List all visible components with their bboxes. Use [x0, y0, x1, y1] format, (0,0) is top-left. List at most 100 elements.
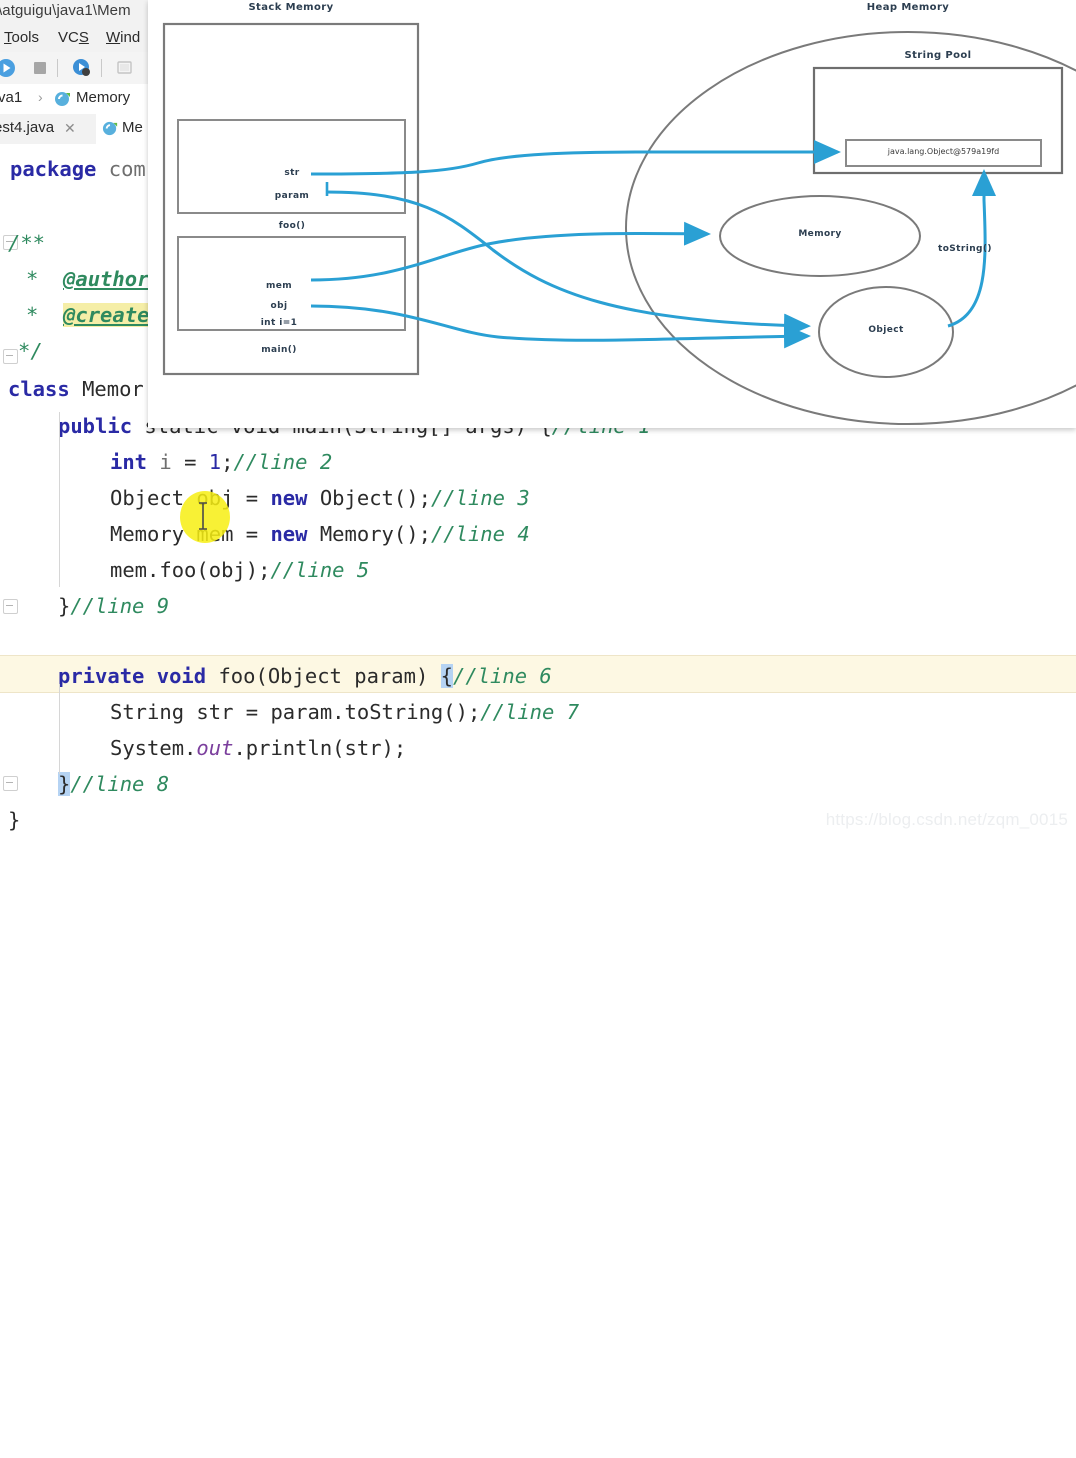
- stop-icon[interactable]: [30, 58, 50, 78]
- close-icon[interactable]: ✕: [64, 120, 76, 137]
- stack-frame-foo-label: foo(): [278, 221, 306, 231]
- token-equals: =: [245, 700, 259, 724]
- debug-icon[interactable]: [72, 58, 92, 78]
- code-line-2: int i = 1;//line 2: [110, 445, 1076, 481]
- token-var-str: str: [196, 700, 234, 724]
- token-comment-line2: //line 2: [233, 450, 333, 474]
- token-out-field: out: [196, 736, 234, 760]
- stack-var-param: param: [274, 191, 310, 201]
- token-keyword-package: package: [10, 157, 97, 181]
- menu-window[interactable]: Wind: [106, 29, 140, 46]
- token-comment-line5: //line 5: [270, 558, 370, 582]
- stack-memory-title: Stack Memory: [248, 2, 334, 13]
- string-literal-value: java.lang.Object@579a19fd: [887, 147, 1000, 156]
- token-number-one: 1: [208, 450, 222, 474]
- token-var-i: i: [159, 450, 172, 474]
- heap-memory-title: Heap Memory: [866, 2, 950, 13]
- token-tag-author: @author: [63, 267, 150, 291]
- code-line-7: String str = param.toString();//line 7: [110, 695, 1076, 731]
- token-equals: =: [184, 450, 197, 474]
- indent-guide-main: [59, 412, 60, 587]
- toolbar-separator-1: [57, 59, 58, 77]
- token-comment-line8: //line 8: [70, 772, 170, 796]
- token-doc-close: */: [18, 339, 43, 363]
- code-line-4: Memory mem = new Memory();//line 4: [110, 517, 1076, 553]
- tab-test4-java[interactable]: est4.java ✕: [0, 114, 96, 144]
- token-comment-line3: //line 3: [430, 486, 530, 510]
- java-class-icon: [102, 120, 119, 142]
- diagram-svg: [162, 22, 1076, 425]
- menu-bar: Tools VCS Wind: [0, 26, 148, 53]
- window-titlebar: \atguigu\java1\Mem: [0, 0, 148, 27]
- arrow-mem-to-memory: [310, 221, 711, 282]
- screenshot-icon[interactable]: [115, 58, 135, 78]
- memory-diagram-overlay: Stack Memory Heap Memory String Pool jav…: [148, 0, 1076, 428]
- code-line-5: mem.foo(obj);//line 5: [110, 553, 1076, 589]
- token-ctor-object: Object();: [319, 486, 431, 510]
- token-expr-tostring: param.toString();: [270, 700, 481, 724]
- text-cursor-icon: [197, 502, 209, 534]
- java-class-icon: [54, 90, 72, 113]
- token-println-call: .println(str);: [233, 736, 407, 760]
- menu-tools[interactable]: Tools: [4, 29, 39, 46]
- arrow-str-to-string-pool: [310, 140, 841, 176]
- menu-vcs[interactable]: VCS: [58, 29, 89, 46]
- string-pool-title: String Pool: [904, 50, 972, 61]
- stack-var-mem: mem: [265, 281, 293, 291]
- tab-label: est4.java: [0, 119, 55, 136]
- token-package-name: com: [108, 157, 146, 181]
- string-pool-box: [812, 66, 1064, 175]
- token-doc-star: *: [26, 267, 39, 291]
- tab-label: Me: [122, 119, 143, 136]
- toolbar-separator-2: [101, 59, 102, 77]
- tab-memory-java[interactable]: Me: [96, 114, 148, 144]
- token-brace-close-class: }: [8, 808, 21, 832]
- chevron-right-icon: ›: [38, 89, 43, 105]
- token-class-name: Memor: [82, 377, 144, 401]
- code-line-foo: private void foo(Object param) {//line 6: [58, 659, 1076, 695]
- watermark: https://blog.csdn.net/zqm_0015: [825, 810, 1068, 829]
- breadcrumb: va1 › Memory: [0, 84, 148, 115]
- breadcrumb-module[interactable]: va1: [0, 89, 22, 106]
- token-foo-signature: foo(Object param): [218, 664, 441, 688]
- token-comment-line7: //line 7: [480, 700, 580, 724]
- token-equals: =: [245, 522, 259, 546]
- breadcrumb-class[interactable]: Memory: [76, 89, 130, 106]
- token-brace-open: {: [440, 664, 453, 688]
- token-ctor-memory: Memory();: [319, 522, 431, 546]
- token-brace-close: }: [58, 772, 71, 796]
- heap-object-object-label: Object: [868, 325, 904, 335]
- token-type-memory: Memory: [110, 522, 185, 546]
- token-doc-open: /**: [8, 231, 46, 255]
- token-comment-line6: //line 6: [452, 664, 552, 688]
- code-line-println: System.out.println(str);: [110, 731, 1076, 767]
- token-tag-create: @create: [63, 303, 150, 327]
- stack-var-str: str: [284, 168, 300, 178]
- run-icon[interactable]: [0, 58, 16, 78]
- stack-var-obj: obj: [270, 301, 288, 311]
- token-comment-line9: //line 9: [70, 594, 170, 618]
- indent-guide-foo: [59, 684, 60, 774]
- stack-frame-main-label: main(): [261, 345, 297, 355]
- token-doc-star: *: [26, 303, 39, 327]
- token-equals: =: [245, 486, 259, 510]
- code-line-9: }//line 9: [58, 589, 1076, 625]
- token-keyword-class: class: [8, 377, 70, 401]
- token-keyword-new: new: [270, 486, 308, 510]
- token-semicolon: ;: [221, 450, 234, 474]
- token-keyword-void: void: [156, 664, 207, 688]
- heap-object-memory-label: Memory: [798, 229, 842, 239]
- token-keyword-new: new: [270, 522, 308, 546]
- token-keyword-private: private: [58, 664, 145, 688]
- token-type-object: Object: [110, 486, 185, 510]
- window-title: \atguigu\java1\Mem: [0, 2, 131, 19]
- token-comment-line4: //line 4: [430, 522, 530, 546]
- token-system: System.: [110, 736, 197, 760]
- code-line-8: }//line 8: [58, 767, 1076, 803]
- token-call-foo: mem.foo(obj);: [110, 558, 271, 582]
- token-keyword-public: public: [58, 414, 133, 438]
- edge-label-tostring: toString(): [938, 244, 992, 254]
- token-type-string: String: [110, 700, 185, 724]
- stack-var-int-i: int i=1: [260, 318, 298, 328]
- main-toolbar: [0, 52, 148, 85]
